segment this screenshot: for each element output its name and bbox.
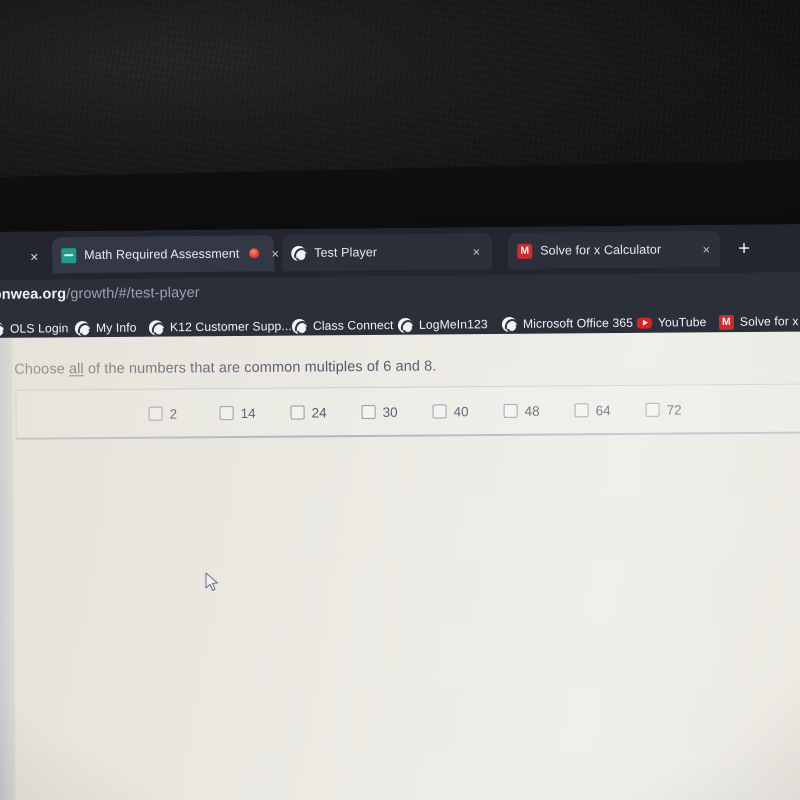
bookmark-label: K12 Customer Supp... xyxy=(169,319,292,335)
question-prompt: Choose all of the numbers that are commo… xyxy=(14,358,436,377)
bookmark-label: Solve for x Ca xyxy=(739,314,800,329)
bookmark-logmein123[interactable]: LogMeIn123 xyxy=(397,314,488,335)
bookmark-youtube[interactable]: YouTube xyxy=(636,312,707,333)
choice-label: 24 xyxy=(311,404,327,420)
new-tab-button[interactable]: + xyxy=(738,238,750,260)
window-left-edge xyxy=(0,337,16,800)
tab-solve-for-x-calculator[interactable]: M Solve for x Calculator × xyxy=(508,230,721,269)
tab-close-leading-1[interactable]: × xyxy=(30,248,38,264)
test-player-page: Choose all of the numbers that are commo… xyxy=(0,331,800,800)
recording-dot-icon xyxy=(249,248,260,259)
checkbox-icon[interactable] xyxy=(503,403,518,418)
checkbox-icon[interactable] xyxy=(432,404,447,419)
choice-label: 30 xyxy=(382,404,398,420)
tab-title: Test Player xyxy=(314,245,378,260)
choice-label: 2 xyxy=(169,406,178,422)
tab-test-player[interactable]: Test Player × xyxy=(282,233,493,272)
bookmark-label: Microsoft Office 365 xyxy=(522,315,634,331)
choice-label: 14 xyxy=(240,405,256,421)
mouse-cursor-icon xyxy=(205,572,218,591)
globe-icon xyxy=(74,320,90,336)
bookmark-label: LogMeIn123 xyxy=(418,317,488,332)
url-path: /growth/#/test-player xyxy=(66,284,200,303)
bookmark-label: OLS Login xyxy=(9,321,69,336)
answer-choices: 2 14 24 30 40 48 64 72 xyxy=(148,390,716,432)
globe-icon xyxy=(148,319,164,335)
checkbox-icon[interactable] xyxy=(361,404,376,420)
choice-option-3[interactable]: 24 xyxy=(290,404,362,421)
globe-icon xyxy=(501,316,517,332)
bookmark-label: Class Connect xyxy=(312,318,394,333)
choice-label: 40 xyxy=(453,403,469,419)
globe-icon xyxy=(0,321,5,337)
bookmark-label: My Info xyxy=(95,320,137,335)
choice-option-8[interactable]: 72 xyxy=(645,402,717,418)
globe-icon xyxy=(291,245,307,261)
checkbox-icon[interactable] xyxy=(574,403,589,418)
laptop-screen-photo: × Math Required Assessment × Test Player… xyxy=(0,0,800,800)
tab-math-required-assessment[interactable]: Math Required Assessment × xyxy=(52,235,279,274)
bookmark-label: YouTube xyxy=(657,315,707,330)
choice-option-6[interactable]: 48 xyxy=(503,403,575,419)
choice-option-4[interactable]: 30 xyxy=(361,404,433,420)
checkbox-icon[interactable] xyxy=(148,406,163,421)
globe-icon xyxy=(397,317,413,333)
bookmark-ols-login[interactable]: OLS Login xyxy=(0,318,69,339)
mathway-m-icon: M xyxy=(517,243,533,259)
bookmark-class-connect[interactable]: Class Connect xyxy=(291,315,394,336)
checkbox-icon[interactable] xyxy=(645,402,660,417)
question-suffix: of the numbers that are common multiples… xyxy=(83,358,437,378)
choice-option-2[interactable]: 14 xyxy=(219,405,291,421)
question-prefix: Choose xyxy=(14,361,70,378)
checkbox-icon[interactable] xyxy=(290,405,305,420)
green-square-icon xyxy=(61,247,77,263)
choice-option-1[interactable]: 2 xyxy=(148,406,220,422)
close-icon[interactable]: × xyxy=(271,246,279,261)
bookmark-my-info[interactable]: My Info xyxy=(74,318,137,339)
choice-option-7[interactable]: 64 xyxy=(574,402,646,418)
url-host: apnwea.org xyxy=(0,286,67,304)
choice-label: 64 xyxy=(595,402,611,418)
mathway-m-icon: M xyxy=(718,314,734,330)
bookmark-solve-for-x-calculator[interactable]: M Solve for x Ca xyxy=(718,311,800,332)
browser-chrome: × Math Required Assessment × Test Player… xyxy=(0,224,800,344)
choice-label: 48 xyxy=(524,403,540,419)
choice-label: 72 xyxy=(666,402,682,418)
close-icon[interactable]: × xyxy=(473,244,481,259)
close-icon[interactable]: × xyxy=(703,242,711,257)
tab-title: Math Required Assessment xyxy=(84,246,240,263)
question-emphasis: all xyxy=(68,361,84,378)
address-bar[interactable]: apnwea.org/growth/#/test-player xyxy=(0,285,200,303)
tab-title: Solve for x Calculator xyxy=(540,242,662,258)
globe-icon xyxy=(291,318,307,334)
bookmark-k12-customer-support[interactable]: K12 Customer Supp... xyxy=(148,316,292,337)
bookmark-microsoft-office-365[interactable]: Microsoft Office 365 xyxy=(501,313,634,334)
checkbox-icon[interactable] xyxy=(219,406,234,421)
youtube-icon xyxy=(636,317,652,329)
choice-option-5[interactable]: 40 xyxy=(432,403,504,419)
